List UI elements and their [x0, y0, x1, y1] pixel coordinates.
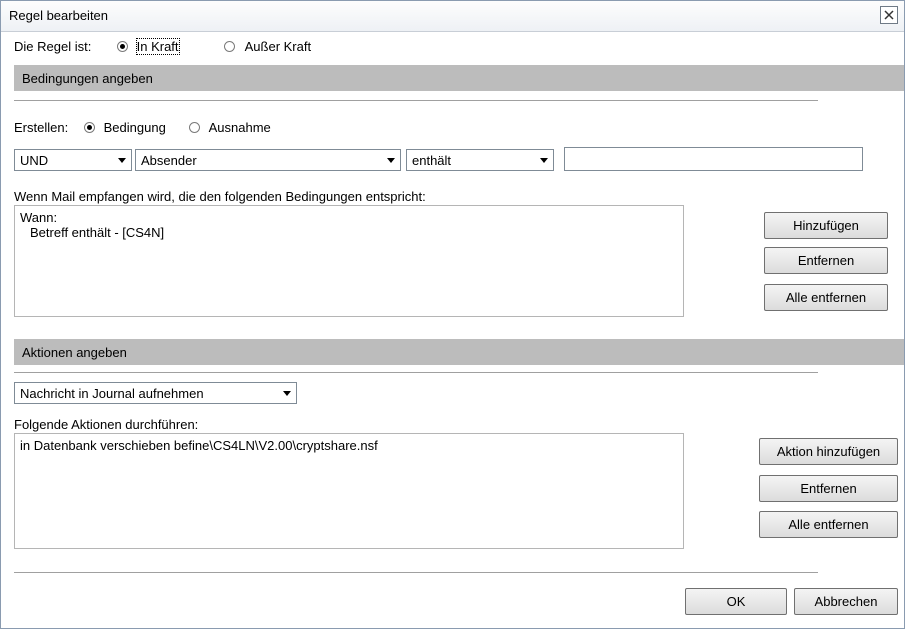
radio-dot [189, 122, 200, 133]
close-button[interactable] [880, 6, 898, 24]
status-active-label: In Kraft [135, 38, 180, 55]
conditions-section-header: Bedingungen angeben [14, 65, 904, 91]
comparison-select[interactable]: enthält [406, 149, 554, 171]
actions-list-label: Folgende Aktionen durchführen: [14, 417, 199, 432]
radio-dot [84, 122, 95, 133]
list-item[interactable]: Betreff enthält - [CS4N] [20, 225, 678, 240]
chevron-down-icon [387, 158, 395, 163]
create-exception-radio[interactable]: Ausnahme [189, 120, 271, 135]
remove-all-conditions-button[interactable]: Alle entfernen [764, 284, 888, 311]
status-inactive-label: Außer Kraft [244, 39, 312, 54]
list-item[interactable]: Wann: [20, 210, 678, 225]
field-select[interactable]: Absender [135, 149, 401, 171]
create-condition-radio[interactable]: Bedingung [84, 120, 166, 135]
radio-dot [117, 41, 128, 52]
create-exception-label: Ausnahme [208, 120, 271, 135]
operator-value: UND [20, 153, 49, 168]
radio-dot [224, 41, 235, 52]
rule-edit-dialog: Regel bearbeiten Die Regel ist: In Kraft… [0, 0, 905, 629]
ok-button[interactable]: OK [685, 588, 787, 615]
remove-condition-button[interactable]: Entfernen [764, 247, 888, 274]
comparison-value: enthält [412, 153, 452, 168]
field-value: Absender [141, 153, 197, 168]
create-condition-label: Bedingung [103, 120, 166, 135]
status-inactive-radio[interactable]: Außer Kraft [224, 39, 311, 54]
status-label: Die Regel ist: [14, 39, 92, 54]
separator [14, 572, 818, 574]
create-label: Erstellen: [14, 120, 69, 135]
cancel-button[interactable]: Abbrechen [794, 588, 898, 615]
add-action-button[interactable]: Aktion hinzufügen [759, 438, 898, 465]
separator [14, 100, 818, 102]
remove-action-button[interactable]: Entfernen [759, 475, 898, 502]
conditions-list-label: Wenn Mail empfangen wird, die den folgen… [14, 189, 426, 204]
chevron-down-icon [540, 158, 548, 163]
actions-section-header: Aktionen angeben [14, 339, 904, 365]
remove-all-actions-button[interactable]: Alle entfernen [759, 511, 898, 538]
operator-select[interactable]: UND [14, 149, 132, 171]
list-item[interactable]: in Datenbank verschieben befine\CS4LN\V2… [20, 438, 678, 453]
actions-header-text: Aktionen angeben [22, 345, 127, 360]
action-type-value: Nachricht in Journal aufnehmen [20, 386, 204, 401]
chevron-down-icon [118, 158, 126, 163]
actions-list[interactable]: in Datenbank verschieben befine\CS4LN\V2… [14, 433, 684, 549]
conditions-header-text: Bedingungen angeben [22, 71, 153, 86]
status-active-radio[interactable]: In Kraft [117, 38, 180, 55]
title-bar: Regel bearbeiten [1, 1, 904, 32]
conditions-list[interactable]: Wann: Betreff enthält - [CS4N] [14, 205, 684, 317]
action-type-select[interactable]: Nachricht in Journal aufnehmen [14, 382, 297, 404]
close-icon [884, 10, 894, 20]
chevron-down-icon [283, 391, 291, 396]
add-condition-button[interactable]: Hinzufügen [764, 212, 888, 239]
condition-text-input[interactable] [564, 147, 863, 171]
separator [14, 372, 818, 374]
window-title: Regel bearbeiten [9, 8, 109, 23]
